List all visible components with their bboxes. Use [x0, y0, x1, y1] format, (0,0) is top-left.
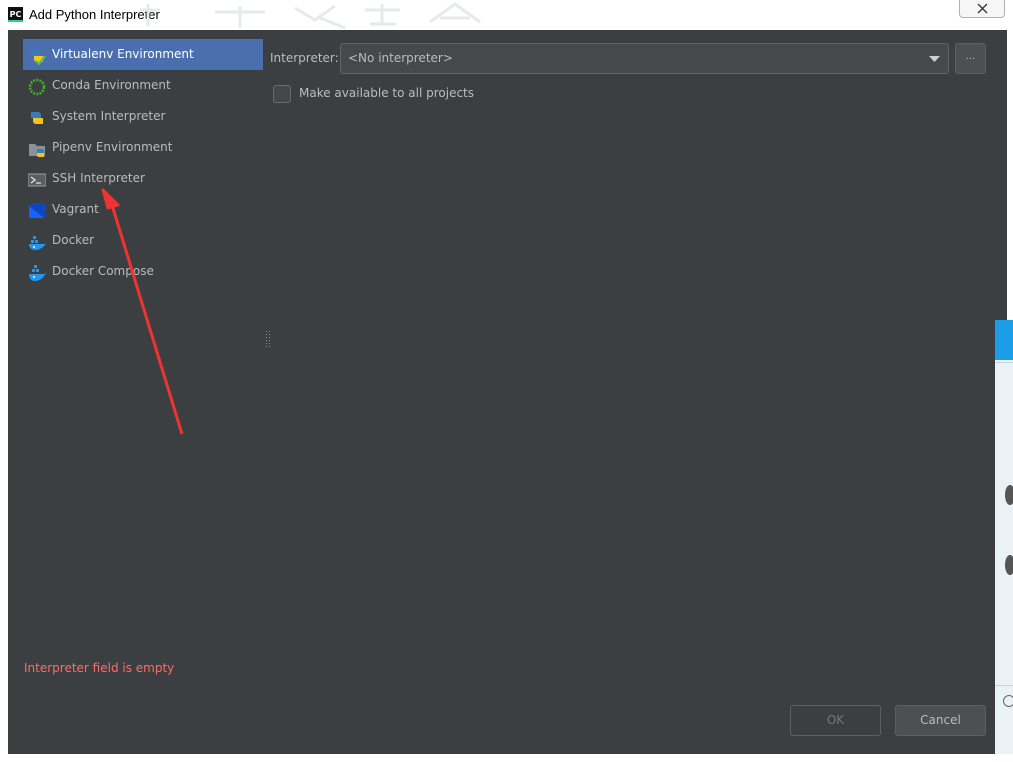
interpreter-type-list: Virtualenv Environment Conda Environment…: [23, 39, 263, 304]
avatar: [1005, 555, 1013, 575]
close-button[interactable]: [959, 0, 1005, 18]
browse-button[interactable]: ...: [955, 43, 986, 74]
python-icon: [28, 108, 46, 126]
watermark-strokes: [140, 2, 481, 30]
sidebar-item-label: System Interpreter: [52, 109, 166, 123]
sidebar-item-pipenv[interactable]: Pipenv Environment: [23, 132, 263, 163]
sidebar-item-vagrant[interactable]: Vagrant: [23, 194, 263, 225]
background-app-header: [995, 320, 1013, 360]
sidebar-item-label: Virtualenv Environment: [52, 47, 194, 61]
sidebar-item-docker-compose[interactable]: Docker Compose: [23, 256, 263, 287]
interpreter-value: <No interpreter>: [348, 51, 453, 65]
sidebar-item-label: SSH Interpreter: [52, 171, 145, 185]
splitter-handle[interactable]: [265, 330, 271, 352]
window-titlebar: PC Add Python Interpreter: [0, 0, 1013, 30]
ok-button[interactable]: OK: [790, 705, 881, 736]
virtualenv-icon: [28, 46, 46, 66]
dialog-body: Virtualenv Environment Conda Environment…: [8, 30, 1007, 754]
chevron-down-icon: [929, 56, 940, 62]
interpreter-label: Interpreter:: [270, 51, 339, 65]
terminal-icon: [27, 170, 47, 188]
make-available-checkbox[interactable]: [273, 85, 291, 103]
conda-icon: [28, 77, 46, 96]
sidebar-item-conda[interactable]: Conda Environment: [23, 70, 263, 101]
cancel-button[interactable]: Cancel: [895, 705, 986, 736]
sidebar-item-label: Vagrant: [52, 202, 99, 216]
sidebar-item-docker[interactable]: Docker: [23, 225, 263, 256]
docker-icon: [28, 232, 46, 250]
docker-compose-icon: [28, 263, 46, 281]
sidebar-item-ssh[interactable]: SSH Interpreter: [23, 163, 263, 194]
make-available-label[interactable]: Make available to all projects: [299, 86, 474, 100]
sidebar-item-label: Docker: [52, 233, 95, 247]
avatar: [1005, 485, 1013, 505]
pycharm-app-icon: PC: [8, 7, 23, 22]
background-app-panel: [995, 320, 1013, 754]
pipenv-icon: [28, 139, 46, 157]
interpreter-dropdown[interactable]: <No interpreter>: [340, 43, 949, 74]
window-frame-left: [0, 30, 8, 762]
divider: [995, 685, 1013, 686]
sidebar-item-label: Pipenv Environment: [52, 140, 173, 154]
sidebar-item-label: Docker Compose: [52, 264, 154, 278]
divider: [995, 362, 1013, 363]
window-frame-bottom: [0, 754, 1013, 762]
sidebar-item-label: Conda Environment: [52, 78, 171, 92]
sidebar-item-system-interpreter[interactable]: System Interpreter: [23, 101, 263, 132]
sidebar-item-virtualenv[interactable]: Virtualenv Environment: [23, 39, 263, 70]
close-icon: [977, 3, 988, 14]
vagrant-icon: [28, 201, 46, 219]
validation-error-message: Interpreter field is empty: [24, 661, 175, 675]
emoji-icon: [1003, 695, 1013, 707]
